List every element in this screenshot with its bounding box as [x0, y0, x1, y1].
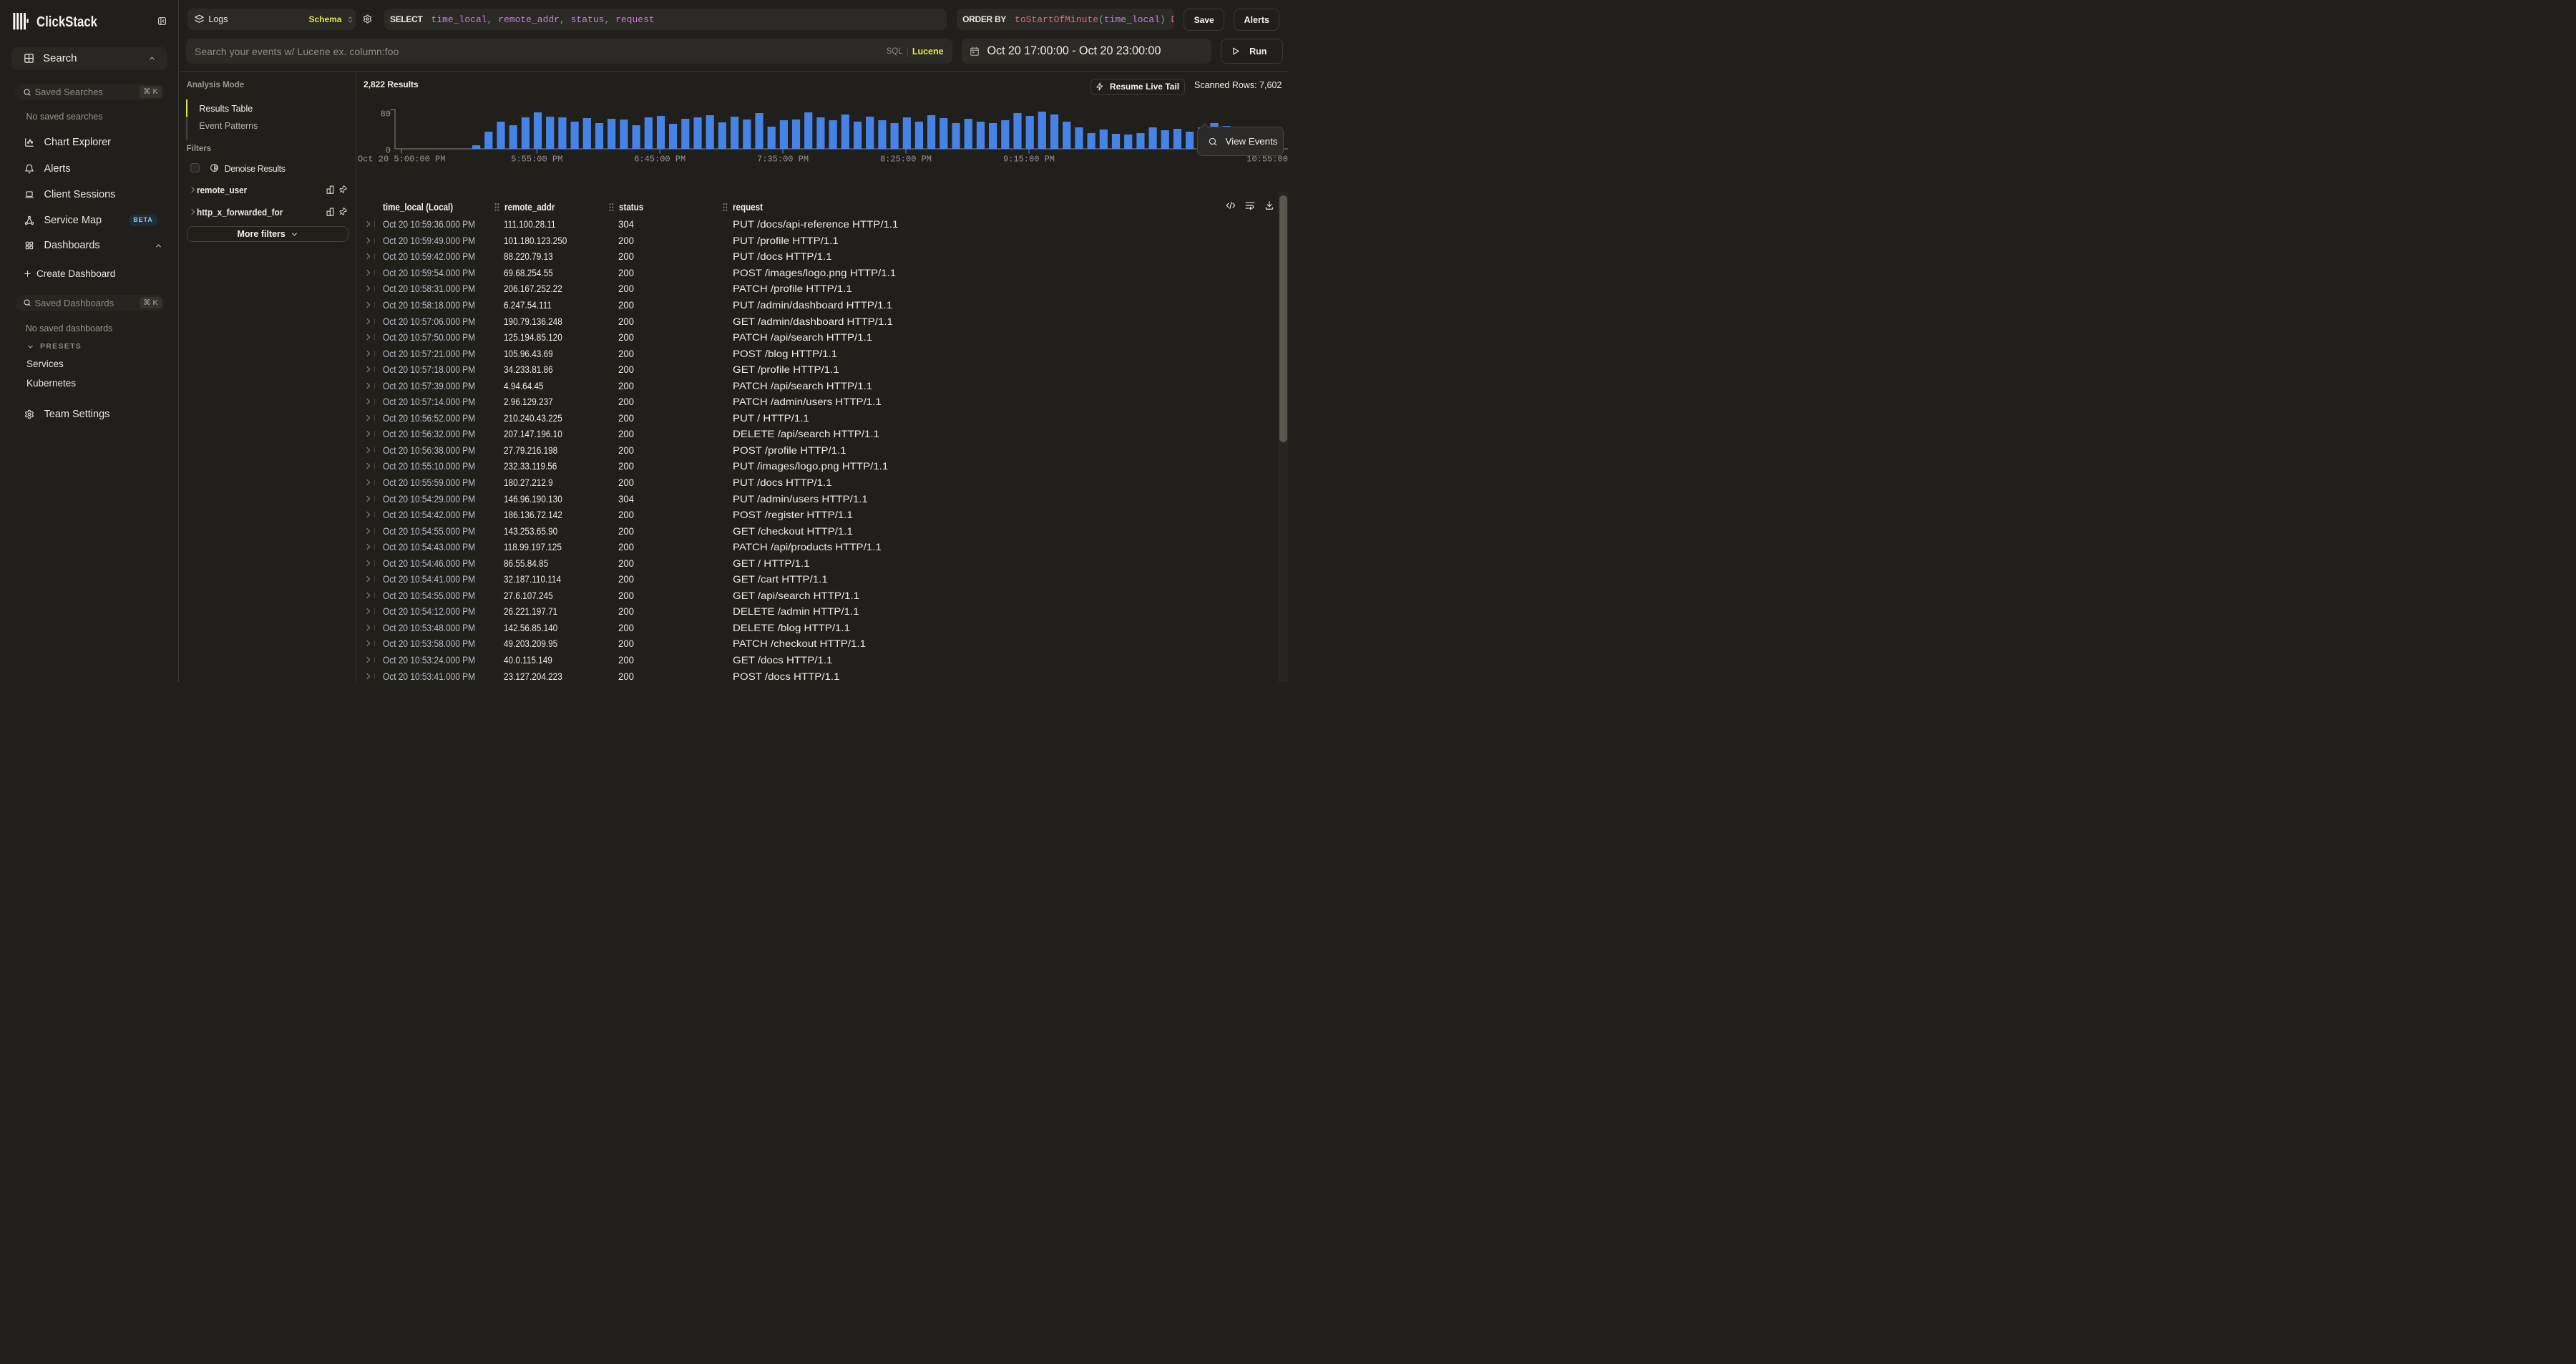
svg-text:5:55:00 PM: 5:55:00 PM [511, 155, 562, 165]
svg-text:7:35:00 PM: 7:35:00 PM [757, 155, 809, 165]
svg-text:80: 80 [381, 109, 391, 120]
svg-text:Oct 20 5:00:00 PM: Oct 20 5:00:00 PM [358, 155, 445, 165]
svg-text:6:45:00 PM: 6:45:00 PM [634, 155, 686, 165]
svg-text:8:25:00 PM: 8:25:00 PM [880, 155, 932, 165]
svg-text:9:15:00 PM: 9:15:00 PM [1003, 155, 1055, 165]
